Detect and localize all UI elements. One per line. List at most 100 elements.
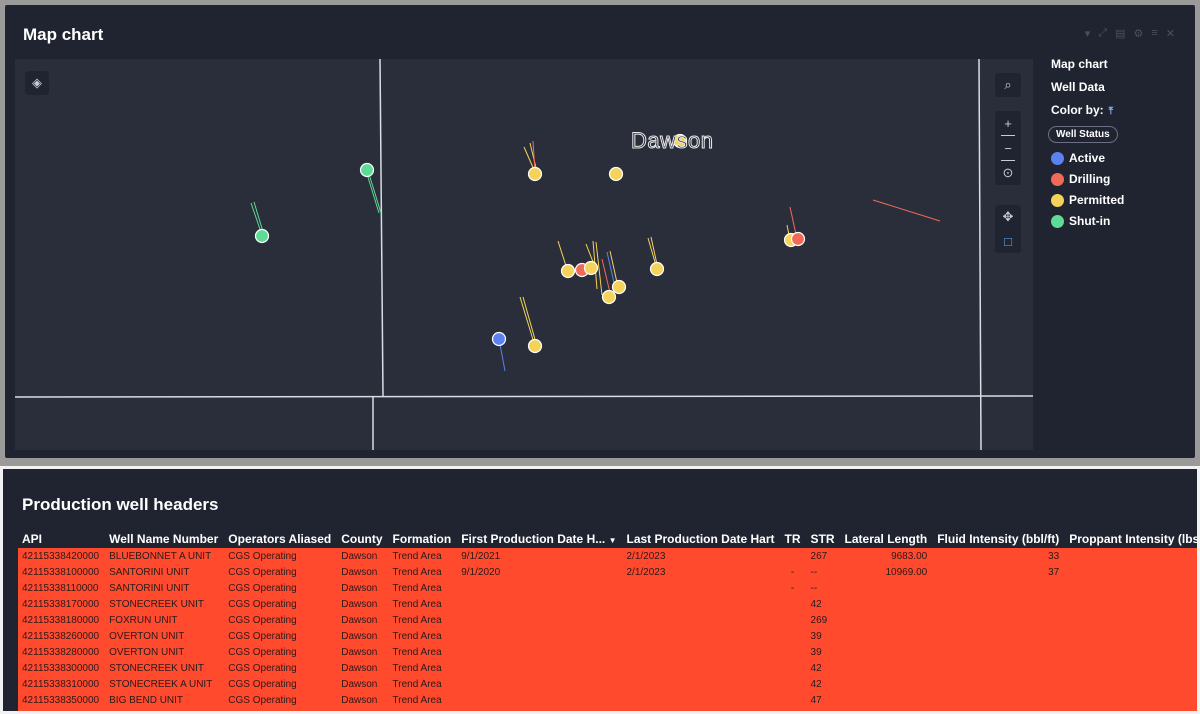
column-header-operators[interactable]: Operators Aliased (224, 527, 337, 548)
table-row[interactable]: 42115338350000 BIG BEND UNIT CGS Operating… (18, 692, 1197, 708)
well-point[interactable] (527, 338, 543, 354)
well-point[interactable] (611, 279, 627, 295)
cell-tr (781, 628, 807, 644)
cell-well-name: STONECREEK A UNIT (109, 678, 213, 690)
column-header-first-production[interactable]: First Production Date H... ▼ (457, 527, 622, 548)
table-row[interactable]: 42115338280000 OVERTON UNIT CGS Operating D… (18, 644, 1197, 660)
table-title: Production well headers (22, 495, 219, 514)
cell-str: 267 (810, 550, 828, 562)
table-row[interactable]: 42115338170000 STONECREEK UNIT CGS Operati… (18, 596, 1197, 612)
layers-icon[interactable]: ◈ (25, 71, 49, 95)
cell-fluid-intensity (933, 580, 1065, 596)
column-header-formation[interactable]: Formation (389, 527, 458, 548)
well-point[interactable] (254, 228, 270, 244)
table-row[interactable]: 42115338300000 STONECREEK UNIT CGS Operati… (18, 660, 1197, 676)
pan-icon[interactable]: ✥ (995, 205, 1021, 229)
cell-tr (781, 596, 807, 612)
table-icon[interactable]: ▤ (1115, 27, 1125, 40)
zoom-in-icon[interactable]: + (995, 111, 1021, 135)
column-header-lateral-length[interactable]: Lateral Length (841, 527, 934, 548)
cell-proppant-intensity (1065, 612, 1197, 628)
locate-icon[interactable]: ⊙ (995, 161, 1021, 185)
column-header-api[interactable]: API (18, 527, 105, 548)
cell-formation: Trend Area (392, 614, 442, 626)
cell-proppant-intensity (1065, 564, 1197, 580)
cell-api: 42115338180000 (22, 614, 100, 626)
cell-operator: CGS Operating (228, 630, 297, 642)
column-header-proppant-intensity[interactable]: Proppant Intensity (lbs/ft) (1065, 527, 1197, 548)
column-header-str[interactable]: STR (807, 527, 841, 548)
well-point[interactable] (560, 263, 576, 279)
table-row[interactable]: 42115338310000 STONECREEK A UNIT CGS Opera… (18, 676, 1197, 692)
cell-lateral-length (841, 644, 934, 660)
table-row[interactable]: 42115338420000 BLUEBONNET A UNIT CGS Opera… (18, 548, 1197, 564)
expand-icon[interactable]: ⤢ (1098, 27, 1107, 40)
settings-icon[interactable]: ⚙ (1133, 27, 1143, 40)
sort-desc-icon[interactable]: ▼ (609, 536, 617, 545)
search-icon[interactable]: ⌕ (995, 73, 1021, 97)
filter-icon[interactable]: ▾ (1085, 27, 1091, 40)
zoom-out-icon[interactable]: − (995, 136, 1021, 160)
table-row[interactable]: 42115338100000 SANTORINI UNIT CGS Operatin… (18, 564, 1197, 580)
legend-item-drilling[interactable]: Drilling (1051, 172, 1124, 186)
menu-icon[interactable]: ≡ (1151, 27, 1157, 40)
well-point[interactable] (608, 166, 624, 182)
table-body: 42115338420000 BLUEBONNET A UNIT CGS Opera… (18, 548, 1197, 711)
column-header-well-name[interactable]: Well Name Number (105, 527, 224, 548)
table-row[interactable]: 42115338260000 OVERTON UNIT CGS Operating D… (18, 628, 1197, 644)
cell-formation: Trend Area (392, 678, 442, 690)
well-point[interactable] (527, 166, 543, 182)
color-by-chip[interactable]: Well Status (1048, 126, 1118, 143)
cell-formation: Trend Area (392, 646, 442, 658)
county-boundary-line (379, 59, 384, 398)
color-by-label: Color by: (1051, 103, 1104, 117)
cell-proppant-intensity (1065, 708, 1197, 711)
cell-last-production (623, 596, 781, 612)
search-control: ⌕ (995, 73, 1021, 97)
cell-operator: CGS Operating (228, 598, 297, 610)
map-canvas[interactable]: Dawson ◈ ⌕ + − ⊙ ✥ □ (15, 59, 1033, 450)
cell-api: 42115338260000 (22, 630, 100, 642)
cell-tr (781, 612, 807, 628)
cell-formation: Trend Area (392, 694, 442, 706)
column-header-last-production[interactable]: Last Production Date Hart (623, 527, 781, 548)
panel-toolbar: ▾ ⤢ ▤ ⚙ ≡ ✕ (1085, 27, 1175, 40)
well-point[interactable] (359, 162, 375, 178)
cell-tr (781, 708, 807, 711)
table-row[interactable]: 42115338180000 FOXRUN UNIT CGS Operating Da… (18, 612, 1197, 628)
cell-api: 42115338420000 (22, 550, 100, 562)
column-header-fluid-intensity[interactable]: Fluid Intensity (bbl/ft) (933, 527, 1065, 548)
legend-item-active[interactable]: Active (1051, 151, 1124, 165)
cell-last-production: 2/1/2023 (626, 566, 666, 578)
column-header-county[interactable]: County (337, 527, 388, 548)
sort-icon[interactable]: ⤒ (1109, 106, 1113, 117)
column-header-tr[interactable]: TR (781, 527, 807, 548)
production-well-headers-panel: Production well headers API Well Name Nu… (0, 466, 1200, 714)
cell-lateral-length (841, 708, 934, 711)
cell-fluid-intensity (933, 628, 1065, 644)
cell-formation: Trend Area (392, 630, 442, 642)
well-point[interactable] (583, 260, 599, 276)
cell-first-production (457, 692, 622, 708)
select-box-icon[interactable]: □ (995, 229, 1021, 253)
table-row[interactable]: 42115338360000FOSSILCREEK C UNITCGS Oper… (18, 708, 1197, 711)
cell-proppant-intensity (1065, 676, 1197, 692)
county-map-label: Dawson (630, 128, 714, 154)
legend-item-shut-in[interactable]: Shut-in (1051, 214, 1124, 228)
cell-str: 269 (810, 614, 828, 626)
cell-first-production: 9/1/2020 (461, 566, 501, 578)
legend-color-by: Color by: ⤒ (1051, 103, 1124, 117)
well-point[interactable] (601, 289, 617, 305)
well-point[interactable] (649, 261, 665, 277)
legend-item-permitted[interactable]: Permitted (1051, 193, 1124, 207)
table-row[interactable]: 42115338110000 SANTORINI UNIT CGS Operatin… (18, 580, 1197, 596)
cell-well-name: OVERTON UNIT (109, 646, 185, 658)
cell-first-production (457, 676, 622, 692)
legend-dataset: Well Data (1051, 80, 1105, 94)
close-icon[interactable]: ✕ (1166, 27, 1175, 40)
cell-operator: CGS Operating (228, 694, 297, 706)
cell-lateral-length (841, 628, 934, 644)
well-point[interactable] (491, 331, 507, 347)
well-point[interactable] (790, 231, 806, 247)
cell-proppant-intensity (1065, 548, 1197, 564)
